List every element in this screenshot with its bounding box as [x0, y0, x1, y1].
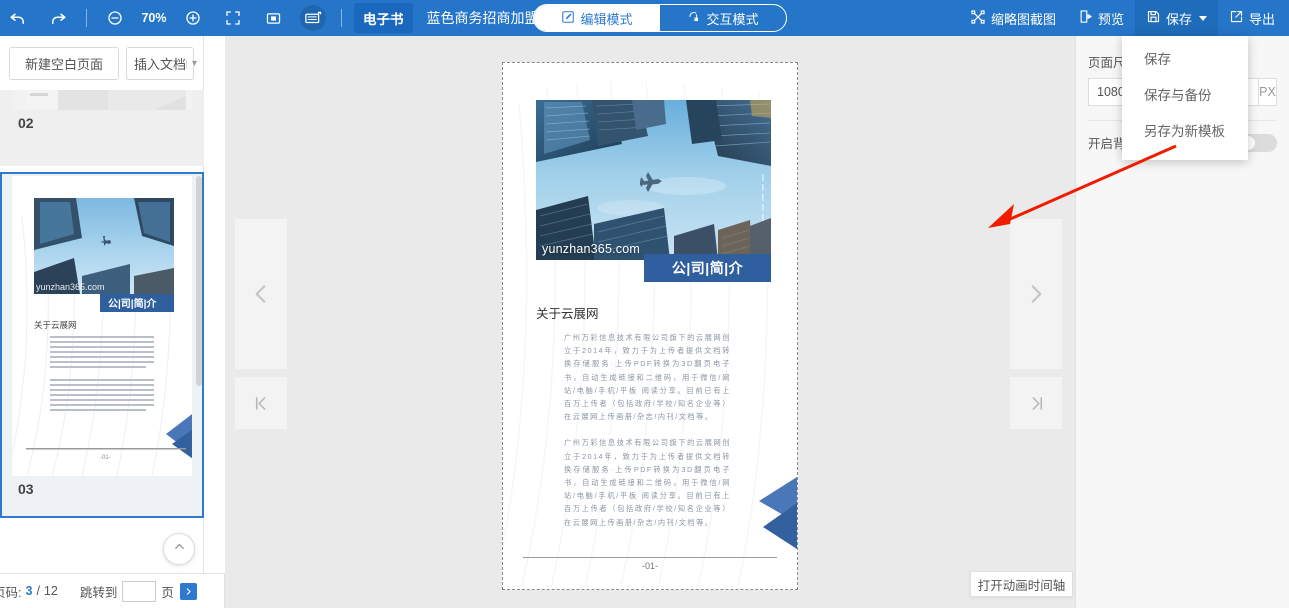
- chevron-down-icon[interactable]: ▾: [186, 58, 197, 69]
- top-toolbar: 70% 电子书 蓝色商务招商加盟手册 编辑模式 交互模式 缩略图截图 预览 保存…: [0, 0, 1289, 36]
- paragraph: 广州万彩信息技术有限公司旗下的云展网创立于2014年，致力于为上传者提供文档转换…: [564, 333, 731, 422]
- thumbnail-number: 03: [18, 481, 34, 497]
- preview-label: 预览: [1097, 11, 1124, 27]
- tab-edit-mode[interactable]: 编辑模式: [534, 5, 660, 31]
- doc-type-tag[interactable]: 电子书: [354, 3, 413, 33]
- total-page-number: 12: [43, 584, 58, 598]
- thumbnail-image-03: yunzhan365.com 公|司|简|介 关于云展网 -01-: [12, 176, 192, 476]
- hero-image[interactable]: yunzhan365.com: [536, 100, 771, 260]
- export-label: 导出: [1248, 11, 1275, 27]
- list-item[interactable]: 02: [0, 90, 204, 166]
- jump-to-input[interactable]: [122, 580, 157, 602]
- svg-text:关于云展网: 关于云展网: [34, 320, 77, 330]
- menu-item-save-as-new-template[interactable]: 另存为新模板: [1122, 114, 1248, 150]
- tab-edit-mode-label: 编辑模式: [580, 11, 633, 27]
- sidebar-scrollbar[interactable]: [196, 90, 202, 573]
- interactive-cursor-icon: [687, 10, 701, 27]
- thumbnail-image-02: [12, 90, 192, 110]
- collapse-sidebar-button[interactable]: [163, 533, 195, 565]
- prev-page-button[interactable]: [235, 219, 287, 369]
- section-banner[interactable]: 公|司|简|介: [644, 254, 771, 282]
- editor-canvas: yunzhan365.com 公|司|简|介 关于云展网 广州万彩信息技术有限公…: [225, 36, 1075, 608]
- insert-document-label: 插入文档: [134, 57, 187, 72]
- new-blank-page-button[interactable]: 新建空白页面: [9, 47, 119, 80]
- footer-rule: [523, 557, 777, 558]
- page-content: yunzhan365.com 公|司|简|介 关于云展网 广州万彩信息技术有限公…: [503, 63, 797, 589]
- page-navigation-bar: 页码: 3 / 12 跳转到 页: [0, 573, 225, 608]
- svg-text:-01-: -01-: [100, 455, 111, 461]
- fit-screen-icon[interactable]: [220, 5, 246, 31]
- thumbnail-preview: yunzhan365.com 公|司|简|介 关于云展网 -01-: [12, 176, 192, 476]
- thumbnail-list[interactable]: 02 yunzhan365.com 公|司|简|介 关于云展网 -01- 03: [0, 90, 204, 573]
- page-size-unit: PX: [1258, 78, 1277, 106]
- jump-go-button[interactable]: [179, 582, 197, 600]
- page-section-title[interactable]: 关于云展网: [536, 303, 599, 322]
- chevron-right-icon: [1031, 285, 1042, 303]
- toolbar-right-group: 缩略图截图 预览 保存 导出: [959, 0, 1289, 36]
- tab-interactive-mode-label: 交互模式: [706, 11, 759, 27]
- next-page-button[interactable]: [1010, 219, 1062, 369]
- preview-play-icon: [1078, 9, 1093, 27]
- save-button[interactable]: 保存: [1134, 0, 1218, 36]
- zoom-in-icon[interactable]: [180, 5, 206, 31]
- zoom-level-value: 70%: [141, 11, 167, 25]
- page-body-text[interactable]: 广州万彩信息技术有限公司旗下的云展网创立于2014年，致力于为上传者提供文档转换…: [564, 331, 731, 529]
- chevron-left-icon: [255, 285, 266, 303]
- first-page-icon: [255, 396, 265, 410]
- svg-text:yunzhan365.com: yunzhan365.com: [36, 282, 105, 292]
- save-disk-icon: [1146, 9, 1161, 27]
- chevron-down-icon[interactable]: [1198, 15, 1207, 21]
- page-thumbnail-sidebar: 新建空白页面 插入文档 ▾ 02 yunzhan365.com 公|司|简|介 …: [0, 36, 204, 573]
- spread-page-view-icon[interactable]: [300, 5, 326, 31]
- export-button[interactable]: 导出: [1218, 0, 1289, 36]
- menu-item-save[interactable]: 保存: [1122, 42, 1248, 78]
- page-footer-number: -01-: [641, 561, 658, 571]
- thumbnail-preview: [12, 90, 192, 110]
- mode-toggle: 编辑模式 交互模式: [533, 4, 787, 32]
- save-dropdown-menu: 保存 保存与备份 另存为新模板: [1122, 36, 1248, 160]
- paragraph: 广州万彩信息技术有限公司旗下的云展网创立于2014年，致力于为上传者提供文档转换…: [564, 438, 731, 527]
- open-animation-timeline-button[interactable]: 打开动画时间轴: [970, 571, 1073, 597]
- menu-item-save-and-backup[interactable]: 保存与备份: [1122, 78, 1248, 114]
- jump-to-label: 跳转到: [79, 585, 118, 600]
- export-icon: [1229, 9, 1244, 27]
- last-page-icon: [1032, 396, 1042, 410]
- last-page-button[interactable]: [1010, 377, 1062, 429]
- thumbnail-capture-label: 缩略图截图: [990, 11, 1056, 27]
- tab-interactive-mode[interactable]: 交互模式: [660, 5, 786, 31]
- sidebar-actions: 新建空白页面 插入文档 ▾: [0, 36, 203, 90]
- zoom-out-icon[interactable]: [102, 5, 128, 31]
- undo-icon[interactable]: [5, 5, 31, 31]
- current-page-number: 3: [25, 584, 33, 598]
- edit-pencil-icon: [561, 10, 575, 27]
- svg-text:公|司|简|介: 公|司|简|介: [108, 297, 157, 310]
- page-canvas[interactable]: yunzhan365.com 公|司|简|介 关于云展网 广州万彩信息技术有限公…: [502, 62, 798, 590]
- thumbnail-capture-button[interactable]: 缩略图截图: [959, 0, 1067, 36]
- toolbar-divider-1: [86, 9, 87, 27]
- chevron-up-icon: [172, 539, 187, 559]
- page-count-label: 页码:: [0, 585, 22, 600]
- page-unit-label: 页: [161, 585, 174, 600]
- page-separator: /: [36, 584, 40, 598]
- redo-icon[interactable]: [45, 5, 71, 31]
- toolbar-divider-2: [341, 9, 342, 27]
- preview-button[interactable]: 预览: [1067, 0, 1135, 36]
- image-watermark: yunzhan365.com: [542, 242, 641, 256]
- first-page-button[interactable]: [235, 377, 287, 429]
- insert-document-button[interactable]: 插入文档 ▾: [126, 47, 197, 80]
- skyline-photo: [536, 100, 771, 260]
- single-page-view-icon[interactable]: [260, 5, 286, 31]
- app-root: 70% 电子书 蓝色商务招商加盟手册 编辑模式 交互模式 缩略图截图 预览 保存…: [0, 0, 1289, 608]
- save-label: 保存: [1165, 11, 1192, 27]
- sidebar-scrollbar-thumb[interactable]: [196, 176, 202, 386]
- corner-ribbon-decoration: [759, 477, 797, 549]
- list-item[interactable]: yunzhan365.com 公|司|简|介 关于云展网 -01- 03: [0, 172, 204, 518]
- thumbnail-number: 02: [18, 115, 34, 131]
- thumbnail-capture-icon: [970, 9, 986, 28]
